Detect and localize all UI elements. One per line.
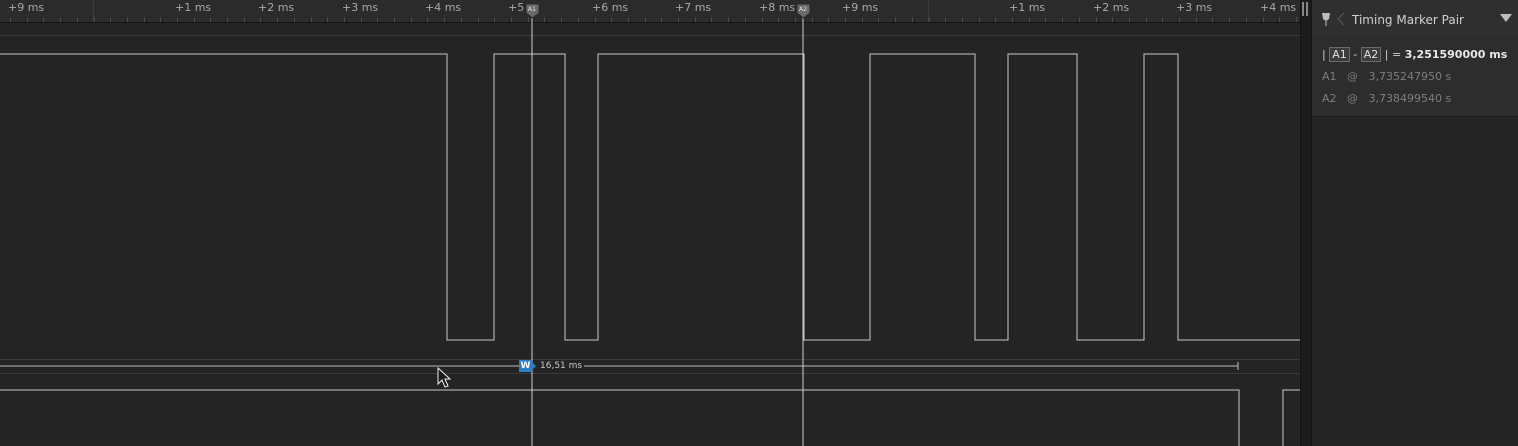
- marker-a1-flag-label: A1: [528, 6, 536, 13]
- marker-a2-label: A2: [1322, 92, 1337, 105]
- panel-title: Timing Marker Pair: [1352, 13, 1464, 27]
- marker-diff-row: | A1 - A2 | = 3,251590000 ms: [1322, 47, 1507, 62]
- at-sign: @: [1347, 70, 1359, 83]
- equals-sign: =: [1391, 48, 1402, 61]
- channel-1-trace: [0, 53, 1300, 341]
- splitter-grip[interactable]: [1306, 2, 1308, 16]
- marker-a2-row: A2 @ 3,738499540 s: [1322, 92, 1451, 105]
- abs-bar-right: |: [1384, 48, 1389, 61]
- marker-a1-label: A1: [1322, 70, 1337, 83]
- abs-bar-left: |: [1322, 48, 1326, 61]
- splitter-grip[interactable]: [1302, 2, 1304, 16]
- panel-splitter[interactable]: [1300, 0, 1311, 446]
- channel-2-trace: [0, 389, 1240, 446]
- collapse-caret-icon[interactable]: [1337, 12, 1345, 26]
- marker-diff-value: 3,251590000 ms: [1404, 48, 1508, 61]
- channel-2-trace-next: [1282, 389, 1300, 446]
- waveform-traces: [0, 18, 1300, 446]
- timing-marker-panel: Timing Marker Pair | A1 - A2 | = 3,25159…: [1311, 0, 1518, 446]
- menu-caret-icon[interactable]: [1500, 14, 1512, 22]
- panel-header[interactable]: Timing Marker Pair: [1312, 0, 1518, 36]
- marker-a1-row: A1 @ 3,735247950 s: [1322, 70, 1451, 83]
- mouse-cursor-icon: [437, 366, 452, 388]
- marker-a2-chip[interactable]: A2: [1360, 47, 1382, 62]
- width-measure-arrow-icon: [532, 362, 536, 370]
- marker-a2-time: 3,738499540 s: [1368, 92, 1452, 105]
- waveform-area[interactable]: +9 ms +1 ms +2 ms +3 ms +4 ms +5 +6 ms +…: [0, 0, 1300, 446]
- marker-a1-time: 3,735247950 s: [1368, 70, 1452, 83]
- marker-a2-flag-label: A2: [799, 6, 807, 13]
- marker-a1-flag[interactable]: A1: [525, 3, 540, 19]
- width-measure-value: 16,51 ms: [538, 360, 585, 372]
- pin-icon[interactable]: [1320, 12, 1332, 26]
- width-measure-badge[interactable]: W: [519, 360, 532, 372]
- marker-a1-chip[interactable]: A1: [1329, 47, 1350, 62]
- marker-a2-flag[interactable]: A2: [796, 3, 811, 19]
- minus-sign: -: [1353, 48, 1358, 61]
- panel-body: | A1 - A2 | = 3,251590000 ms A1 @ 3,7352…: [1312, 36, 1518, 117]
- at-sign: @: [1347, 92, 1359, 105]
